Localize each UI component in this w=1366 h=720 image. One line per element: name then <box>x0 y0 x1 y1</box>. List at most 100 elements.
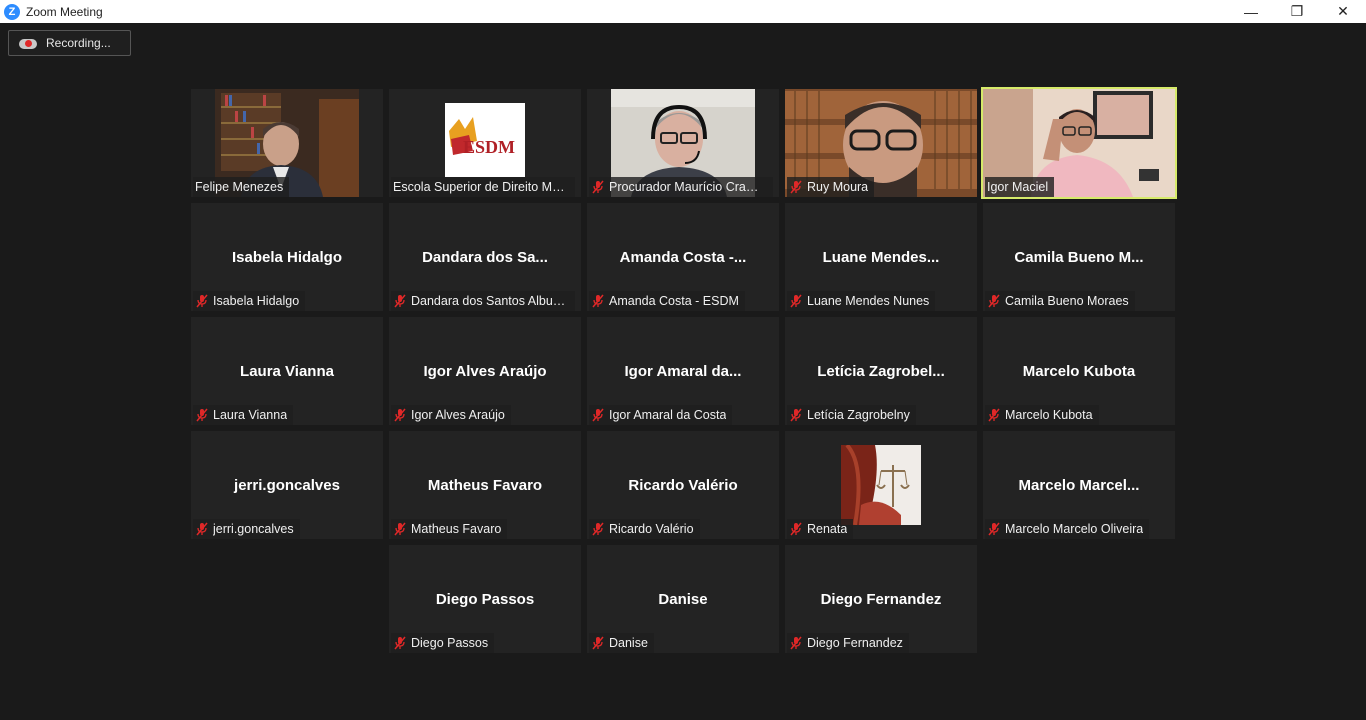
name-tag: Igor Maciel <box>985 177 1055 197</box>
participant-name: Letícia Zagrobelny <box>807 408 910 422</box>
name-tag: Renata <box>787 519 854 539</box>
name-tag: Danise <box>589 633 654 653</box>
participant-tile[interactable]: Igor Amaral da... Igor Amaral da Costa <box>587 317 779 425</box>
participant-tile[interactable]: Letícia Zagrobel... Letícia Zagrobelny <box>785 317 977 425</box>
participant-tile-renata[interactable]: Renata <box>785 431 977 539</box>
participant-name: Laura Vianna <box>213 408 288 422</box>
muted-mic-icon <box>790 522 802 536</box>
muted-mic-icon <box>196 522 208 536</box>
participant-name: Amanda Costa - ESDM <box>609 294 739 308</box>
participant-tile[interactable]: Ricardo Valério Ricardo Valério <box>587 431 779 539</box>
name-tag: Isabela Hidalgo <box>193 291 306 311</box>
participant-name: Ricardo Valério <box>609 522 694 536</box>
muted-mic-icon <box>394 408 406 422</box>
muted-mic-icon <box>988 522 1000 536</box>
muted-mic-icon <box>988 408 1000 422</box>
name-tag: Diego Passos <box>391 633 495 653</box>
name-tag: Amanda Costa - ESDM <box>589 291 745 311</box>
muted-mic-icon <box>196 294 208 308</box>
participant-display-name: Dandara dos Sa... <box>422 249 548 266</box>
participant-tile[interactable]: Marcelo Marcel... Marcelo Marcelo Olivei… <box>983 431 1175 539</box>
participant-display-name: Letícia Zagrobel... <box>817 363 945 380</box>
window-title: Zoom Meeting <box>26 4 103 19</box>
participant-tile-procurador[interactable]: Procurador Maurício Cram… <box>587 89 779 197</box>
participant-tile[interactable]: Amanda Costa -... Amanda Costa - ESDM <box>587 203 779 311</box>
recording-indicator[interactable]: Recording... <box>8 30 131 56</box>
participant-name: Igor Alves Araújo <box>411 408 505 422</box>
minimize-button[interactable]: — <box>1228 0 1274 23</box>
participant-name: Camila Bueno Moraes <box>1005 294 1129 308</box>
recording-label: Recording... <box>46 36 111 50</box>
participant-tile[interactable]: Marcelo Kubota Marcelo Kubota <box>983 317 1175 425</box>
participant-tile[interactable]: Danise Danise <box>587 545 779 653</box>
muted-mic-icon <box>592 636 604 650</box>
participant-tile[interactable]: Matheus Favaro Matheus Favaro <box>389 431 581 539</box>
profile-picture <box>841 445 921 525</box>
muted-mic-icon <box>394 294 406 308</box>
participant-display-name: Camila Bueno M... <box>1014 249 1144 266</box>
participant-name: Marcelo Kubota <box>1005 408 1093 422</box>
muted-mic-icon <box>790 294 802 308</box>
close-button[interactable]: ✕ <box>1320 0 1366 23</box>
muted-mic-icon <box>592 294 604 308</box>
name-tag: Letícia Zagrobelny <box>787 405 916 425</box>
participant-tile[interactable]: Laura Vianna Laura Vianna <box>191 317 383 425</box>
participant-display-name: Danise <box>658 591 708 608</box>
muted-mic-icon <box>394 636 406 650</box>
name-tag: Camila Bueno Moraes <box>985 291 1135 311</box>
participant-display-name: jerri.goncalves <box>234 477 340 494</box>
participant-name: Dandara dos Santos Albuq… <box>411 294 569 308</box>
name-tag: Matheus Favaro <box>391 519 508 539</box>
cloud-recording-icon <box>19 37 37 49</box>
participant-name: Igor Amaral da Costa <box>609 408 727 422</box>
participant-display-name: Isabela Hidalgo <box>231 249 343 266</box>
name-tag: Felipe Menezes <box>193 177 290 197</box>
participant-tile[interactable]: jerri.goncalves jerri.goncalves <box>191 431 383 539</box>
participant-name: Ruy Moura <box>807 180 869 194</box>
participant-display-name: Marcelo Marcel... <box>1018 477 1140 494</box>
esdm-logo-text: ESDM <box>463 137 516 157</box>
muted-mic-icon <box>790 180 802 194</box>
participant-tile-felipe-menezes[interactable]: Felipe Menezes <box>191 89 383 197</box>
participant-name: Diego Fernandez <box>807 636 903 650</box>
participant-tile[interactable]: Diego Fernandez Diego Fernandez <box>785 545 977 653</box>
participant-name: Marcelo Marcelo Oliveira <box>1005 522 1144 536</box>
muted-mic-icon <box>394 522 406 536</box>
participant-tile[interactable]: Camila Bueno M... Camila Bueno Moraes <box>983 203 1175 311</box>
participant-name: Igor Maciel <box>987 180 1049 194</box>
participant-tile[interactable]: Dandara dos Sa... Dandara dos Santos Alb… <box>389 203 581 311</box>
participant-display-name: Matheus Favaro <box>427 477 543 494</box>
participant-tile-ruy-moura[interactable]: Ruy Moura <box>785 89 977 197</box>
participant-name: Matheus Favaro <box>411 522 502 536</box>
participant-display-name: Igor Amaral da... <box>624 363 742 380</box>
muted-mic-icon <box>592 408 604 422</box>
participant-name: Procurador Maurício Cram… <box>609 180 767 194</box>
participant-tile[interactable]: Isabela Hidalgo Isabela Hidalgo <box>191 203 383 311</box>
participant-tile[interactable]: Diego Passos Diego Passos <box>389 545 581 653</box>
restore-button[interactable]: ❐ <box>1274 0 1320 23</box>
name-tag: Luane Mendes Nunes <box>787 291 936 311</box>
participant-display-name: Amanda Costa -... <box>619 249 747 266</box>
participant-display-name: Luane Mendes... <box>822 249 940 266</box>
window-controls: — ❐ ✕ <box>1228 0 1366 23</box>
participant-display-name: Marcelo Kubota <box>1022 363 1136 380</box>
muted-mic-icon <box>790 636 802 650</box>
name-tag: Marcelo Marcelo Oliveira <box>985 519 1150 539</box>
participant-tile-igor-maciel[interactable]: Igor Maciel <box>981 87 1177 199</box>
name-tag: Escola Superior de Direito Mu… <box>391 177 575 197</box>
window-titlebar: Z Zoom Meeting — ❐ ✕ <box>0 0 1366 23</box>
participant-display-name: Diego Passos <box>435 591 535 608</box>
participant-display-name: Laura Vianna <box>240 363 334 380</box>
name-tag: Ricardo Valério <box>589 519 700 539</box>
zoom-logo-icon: Z <box>4 3 20 20</box>
participant-tile[interactable]: Igor Alves Araújo Igor Alves Araújo <box>389 317 581 425</box>
participant-name: Felipe Menezes <box>195 180 284 194</box>
name-tag: Ruy Moura <box>787 177 875 197</box>
participant-name: Escola Superior de Direito Mu… <box>393 180 569 194</box>
participant-tile[interactable]: Luane Mendes... Luane Mendes Nunes <box>785 203 977 311</box>
participant-display-name: Igor Alves Araújo <box>423 363 547 380</box>
participant-name: Diego Passos <box>411 636 489 650</box>
participant-display-name: Diego Fernandez <box>820 591 942 608</box>
participant-tile-escola[interactable]: ESDM Escola Superior de Direito Mu… <box>389 89 581 197</box>
participant-display-name: Ricardo Valério <box>628 477 738 494</box>
